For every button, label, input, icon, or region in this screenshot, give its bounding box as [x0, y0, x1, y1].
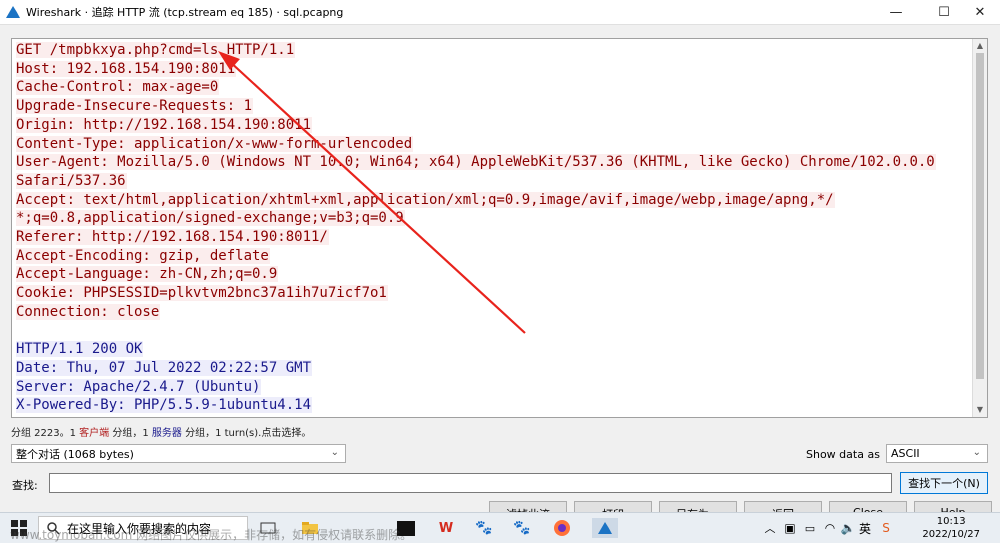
chevron-up-icon[interactable]: ︿	[760, 518, 780, 538]
conversation-select[interactable]: 整个对话 (1068 bytes) ⌄	[11, 444, 346, 463]
paw-app-icon[interactable]: 🐾	[474, 518, 494, 538]
client-line[interactable]: User-Agent: Mozilla/5.0 (Windows NT 10.0…	[16, 153, 987, 172]
paw-app-icon-2[interactable]: 🐾	[512, 518, 532, 538]
watermark: www.toymoban.com 网络图片仅供展示，非存储，如有侵权请联系删除。	[10, 528, 413, 542]
chevron-down-icon: ⌄	[972, 447, 981, 458]
sogou-icon[interactable]: S	[876, 518, 896, 538]
client-line[interactable]: GET /tmpbkxya.php?cmd=ls HTTP/1.1	[16, 41, 987, 60]
find-next-button[interactable]: 查找下一个(N)	[900, 472, 988, 494]
find-input[interactable]	[49, 473, 892, 493]
client-line-text: Safari/537.36	[16, 172, 127, 189]
client-line-text: Content-Type: application/x-www-form-url…	[16, 135, 414, 152]
server-line-text: Date: Thu, 07 Jul 2022 02:22:57 GMT	[16, 359, 313, 376]
wireshark-fin-icon	[6, 6, 20, 18]
client-line-text: GET /tmpbkxya.php?cmd=ls HTTP/1.1	[16, 42, 296, 58]
client-line-text: Upgrade-Insecure-Requests: 1	[16, 98, 254, 115]
client-line[interactable]: Origin: http://192.168.154.190:8011	[16, 116, 987, 135]
server-line[interactable]: Server: Apache/2.4.7 (Ubuntu)	[16, 378, 987, 397]
client-line-text: Connection: close	[16, 303, 161, 320]
client-line[interactable]: Referer: http://192.168.154.190:8011/	[16, 228, 987, 247]
tray-app-icon[interactable]: ▣	[780, 518, 800, 538]
wifi-icon[interactable]: ◠	[820, 518, 840, 538]
client-line-text: Cookie: PHPSESSID=plkvtvm2bnc37a1ih7u7ic…	[16, 285, 388, 302]
client-line-text: Accept: text/html,application/xhtml+xml,…	[16, 191, 835, 208]
server-line-text: X-Powered-By: PHP/5.5.9-1ubuntu4.14	[16, 397, 313, 414]
server-line[interactable]: Date: Thu, 07 Jul 2022 02:22:57 GMT	[16, 359, 987, 378]
client-line[interactable]: Accept-Language: zh-CN,zh;q=0.9	[16, 265, 987, 284]
maximize-button[interactable]: ☐	[924, 0, 964, 24]
scrollbar-thumb[interactable]	[976, 53, 984, 379]
client-line-text: Host: 192.168.154.190:8011	[16, 60, 237, 77]
window-title: Wireshark · 追踪 HTTP 流 (tcp.stream eq 185…	[26, 6, 344, 19]
client-line[interactable]: Host: 192.168.154.190:8011	[16, 60, 987, 79]
minimize-button[interactable]: —	[876, 0, 916, 24]
title-bar: Wireshark · 追踪 HTTP 流 (tcp.stream eq 185…	[0, 0, 1000, 25]
client-line-text: Accept-Language: zh-CN,zh;q=0.9	[16, 266, 279, 283]
scroll-up-icon[interactable]: ▲	[973, 39, 987, 53]
stream-summary: 分组 2223。1 客户端 分组，1 服务器 分组，1 turn(s).点击选择…	[11, 428, 312, 439]
show-data-select[interactable]: ASCII ⌄	[886, 444, 988, 463]
stream-text-area[interactable]: GET /tmpbkxya.php?cmd=ls HTTP/1.1 Host: 1…	[11, 38, 988, 418]
client-line[interactable]: Upgrade-Insecure-Requests: 1	[16, 97, 987, 116]
server-line-text: Server: Apache/2.4.7 (Ubuntu)	[16, 378, 262, 395]
client-line-text: User-Agent: Mozilla/5.0 (Windows NT 10.0…	[16, 154, 936, 171]
client-line[interactable]: Content-Type: application/x-www-form-url…	[16, 135, 987, 154]
client-line-text: Origin: http://192.168.154.190:8011	[16, 116, 313, 133]
wps-icon[interactable]: W	[436, 518, 456, 538]
firefox-icon[interactable]	[552, 518, 572, 538]
client-line[interactable]: Safari/537.36	[16, 172, 987, 191]
client-line[interactable]: *;q=0.8,application/signed-exchange;v=b3…	[16, 209, 987, 228]
wireshark-taskbar-icon[interactable]	[592, 518, 618, 538]
client-line[interactable]: Cookie: PHPSESSID=plkvtvm2bnc37a1ih7u7ic…	[16, 284, 987, 303]
client-line[interactable]: Cache-Control: max-age=0	[16, 78, 987, 97]
stream-content[interactable]: GET /tmpbkxya.php?cmd=ls HTTP/1.1 Host: 1…	[16, 41, 987, 415]
scroll-down-icon[interactable]: ▼	[973, 403, 987, 417]
find-label: 查找:	[12, 479, 38, 492]
chevron-down-icon: ⌄	[330, 447, 339, 458]
client-line-text: *;q=0.8,application/signed-exchange;v=b3…	[16, 210, 405, 227]
client-line-text: Referer: http://192.168.154.190:8011/	[16, 229, 329, 246]
ime-indicator[interactable]: 英	[855, 518, 875, 538]
taskbar-clock[interactable]: 10:13 2022/10/27	[922, 515, 980, 541]
close-button[interactable]: ✕	[960, 0, 1000, 24]
client-line[interactable]: Connection: close	[16, 303, 987, 322]
clock-date: 2022/10/27	[922, 529, 980, 540]
server-link[interactable]: 服务器	[152, 428, 182, 439]
vertical-scrollbar[interactable]: ▲ ▼	[972, 39, 987, 417]
stream-separator	[16, 322, 987, 341]
client-line-text: Cache-Control: max-age=0	[16, 79, 220, 96]
client-line-text: Accept-Encoding: gzip, deflate	[16, 247, 270, 264]
client-line[interactable]: Accept: text/html,application/xhtml+xml,…	[16, 191, 987, 210]
server-line-text: HTTP/1.1 200 OK	[16, 341, 144, 358]
clock-time: 10:13	[936, 516, 966, 527]
client-link[interactable]: 客户端	[79, 428, 109, 439]
show-data-label: Show data as	[806, 448, 880, 461]
battery-icon: ▭	[804, 521, 816, 535]
server-line[interactable]: HTTP/1.1 200 OK	[16, 340, 987, 359]
server-line[interactable]: X-Powered-By: PHP/5.5.9-1ubuntu4.14	[16, 396, 987, 415]
client-line[interactable]: Accept-Encoding: gzip, deflate	[16, 247, 987, 266]
